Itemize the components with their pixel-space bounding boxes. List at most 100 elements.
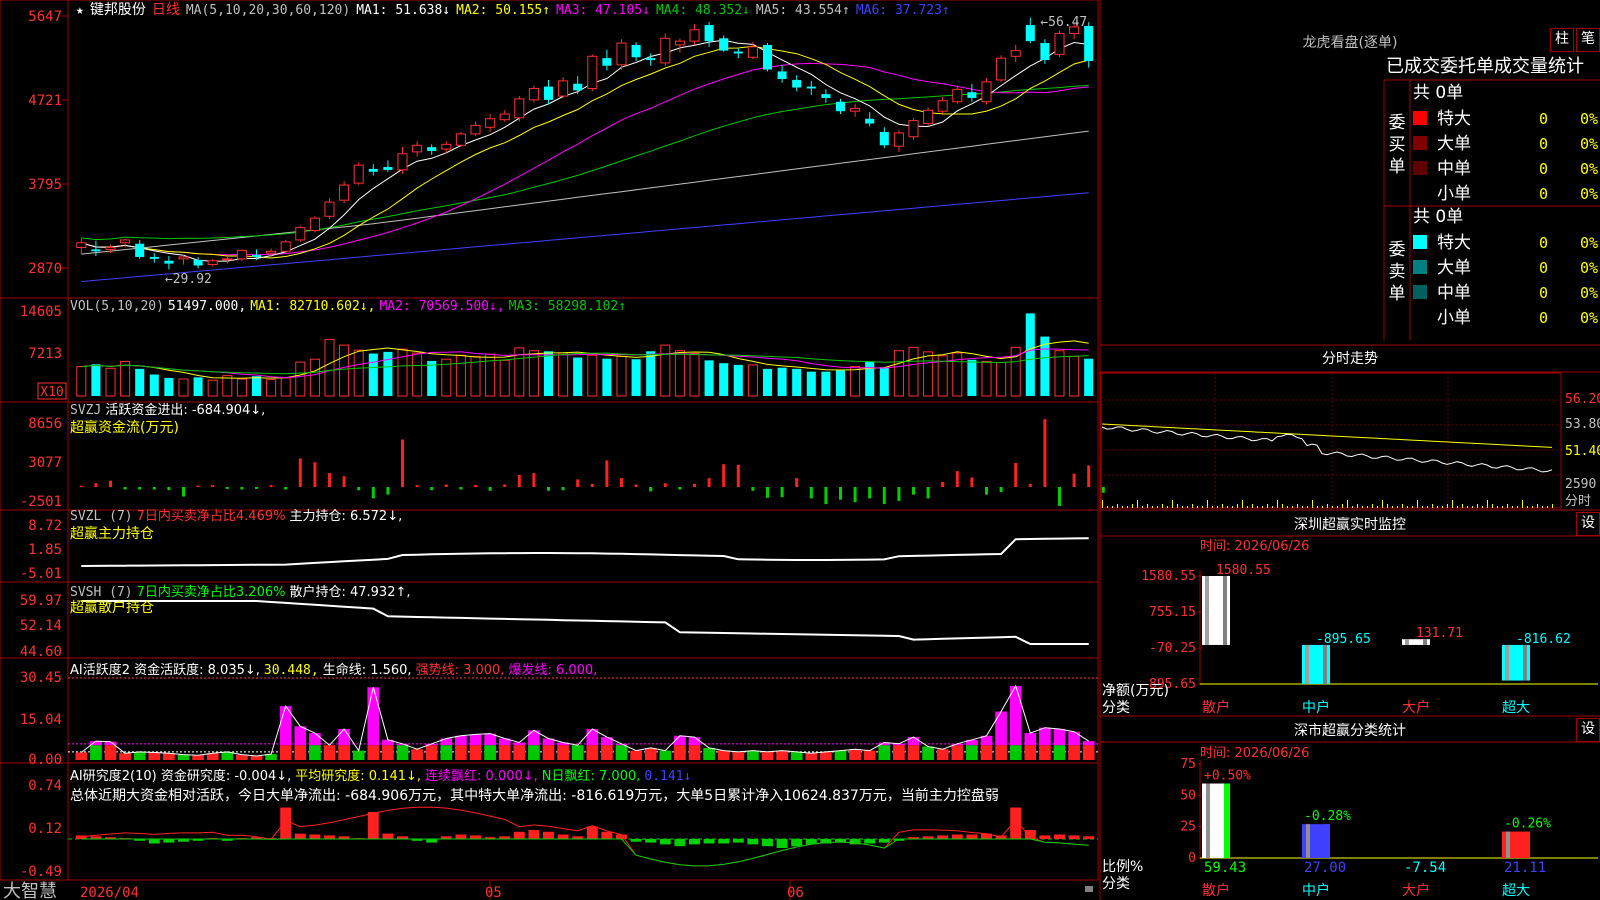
sz-class-value: -7.54 — [1404, 860, 1446, 876]
lock-icon — [1085, 886, 1093, 892]
buy-side-label: 单 — [1389, 157, 1406, 177]
svsh-value: 散户持仓: 47.932↑, — [289, 584, 410, 600]
sz-monitor-axis: -70.25 — [1149, 641, 1196, 656]
intraday-volume-bar — [1522, 500, 1523, 508]
flow-bar — [313, 462, 317, 487]
tick-view-button[interactable]: 笔 — [1576, 28, 1600, 52]
research-bar — [163, 839, 175, 843]
intraday-volume-bar — [1272, 506, 1273, 508]
candle-body — [280, 241, 291, 252]
stock-chart-canvas[interactable]: 5647 4721 3795 2870 ←56.47 ←29.92 ★ 键邦股份 日线 MA(5,… — [0, 0, 1600, 900]
intraday-volume-bar — [1107, 506, 1108, 508]
intraday-volume-bar — [1417, 500, 1418, 508]
svzj-value: 活跃资金进出: -684.904↓, — [105, 402, 265, 418]
intraday-volume-bar — [1212, 506, 1213, 508]
high-price-marker: ←56.47 — [1040, 15, 1087, 30]
intraday-volume-bar — [1162, 504, 1163, 508]
volume-bar — [135, 368, 145, 396]
volume-bar — [996, 362, 1007, 397]
research-bar — [762, 839, 773, 847]
candle-body — [602, 58, 612, 66]
activity-bar-top — [1039, 727, 1051, 746]
flow-bar — [474, 485, 477, 487]
sz-class-category: 大户 — [1402, 882, 1430, 899]
intraday-volume-bar — [1307, 506, 1308, 508]
candle-body — [91, 249, 101, 252]
intraday-volume-bar — [1452, 500, 1453, 508]
sz-monitor-category: 散户 — [1202, 699, 1230, 716]
volume-bar — [719, 363, 729, 396]
activity-bar-base — [177, 754, 190, 760]
flow-bar — [766, 487, 769, 498]
flow-bar — [503, 484, 507, 487]
sz-class-value: 21.11 — [1504, 860, 1546, 876]
activity-bar-base — [951, 745, 964, 760]
flow-bar — [999, 487, 1003, 493]
activity-bar-top — [1053, 729, 1066, 746]
sz-monitor-bar-label: -895.65 — [1316, 632, 1371, 647]
activity-bar-base — [1039, 745, 1051, 760]
sz-class-bar-shade — [1306, 824, 1310, 858]
candle-body — [850, 107, 861, 112]
flow-bar — [298, 458, 302, 487]
activity-bar-base — [732, 751, 745, 760]
flow-bar — [795, 478, 799, 487]
activity-bar-base — [396, 745, 409, 760]
activity-bar-base — [674, 745, 686, 760]
ma2-value: MA2: 50.155↑ — [456, 3, 550, 18]
activity-bar-base — [75, 752, 88, 760]
sell-row-count: 0 — [1539, 234, 1548, 252]
price-axis-label: 2870 — [28, 261, 62, 277]
flow-bar — [561, 487, 565, 491]
activity-bar-base — [425, 745, 438, 760]
activity-bar-base — [411, 749, 423, 760]
intraday-volume-bar — [1332, 506, 1333, 508]
sz-monitor-category: 大户 — [1402, 699, 1430, 716]
candle-body — [353, 164, 364, 184]
column-view-button[interactable]: 柱 — [1550, 28, 1574, 52]
sell-row-pct: 0% — [1580, 284, 1598, 302]
research-bar — [1010, 807, 1022, 839]
intraday-volume-bar — [1537, 504, 1538, 508]
activity-bar-base — [294, 745, 307, 760]
sz-monitor-settings-button[interactable]: 设 — [1576, 512, 1600, 536]
intraday-volume-bar — [1337, 506, 1338, 508]
activity-bar-base — [936, 749, 949, 760]
volume-bar — [178, 378, 189, 397]
sz-class-settings-button[interactable]: 设 — [1576, 718, 1600, 742]
activity-bar-top — [601, 737, 613, 746]
intraday-volume-bar — [1362, 506, 1363, 508]
price-axis-label: 4721 — [28, 93, 62, 109]
intraday-volume-bar — [1532, 506, 1533, 508]
sz-class-value: 59.43 — [1204, 860, 1246, 876]
intraday-volume-bar — [1217, 506, 1218, 508]
intraday-volume-bar — [1422, 506, 1423, 508]
intraday-axis-label: 53.80 — [1565, 417, 1600, 432]
sell-row-swatch — [1413, 285, 1427, 299]
research-bar — [645, 839, 657, 843]
intraday-volume-bar — [1177, 504, 1178, 508]
research-bar — [966, 834, 978, 839]
ai1-axis-label: 15.04 — [20, 712, 62, 728]
candle-body — [806, 86, 816, 89]
research-bar — [586, 826, 598, 839]
candle-body — [646, 58, 656, 61]
activity-bar-base — [834, 750, 847, 760]
ai2-title: AI研究度2(10) 资金研究度: -0.004↓, — [70, 768, 291, 784]
activity-bar-base — [717, 750, 730, 760]
volume-bar — [747, 364, 758, 397]
intraday-volume-bar — [1142, 506, 1143, 508]
volume-bar — [309, 358, 320, 397]
volume-bar — [674, 350, 685, 397]
volume-bar — [455, 354, 466, 397]
sz-monitor-bar-shade — [1323, 644, 1327, 684]
candle-body — [295, 227, 306, 241]
sz-class-bar-side — [1524, 831, 1530, 858]
intraday-volume-bar — [1407, 506, 1408, 508]
flow-bar — [649, 487, 653, 492]
candle-body — [981, 81, 992, 103]
vol-ma3-line — [81, 352, 1089, 375]
intraday-volume-bar — [1517, 506, 1518, 508]
candle-body — [499, 113, 510, 121]
activity-bar-base — [309, 745, 321, 760]
